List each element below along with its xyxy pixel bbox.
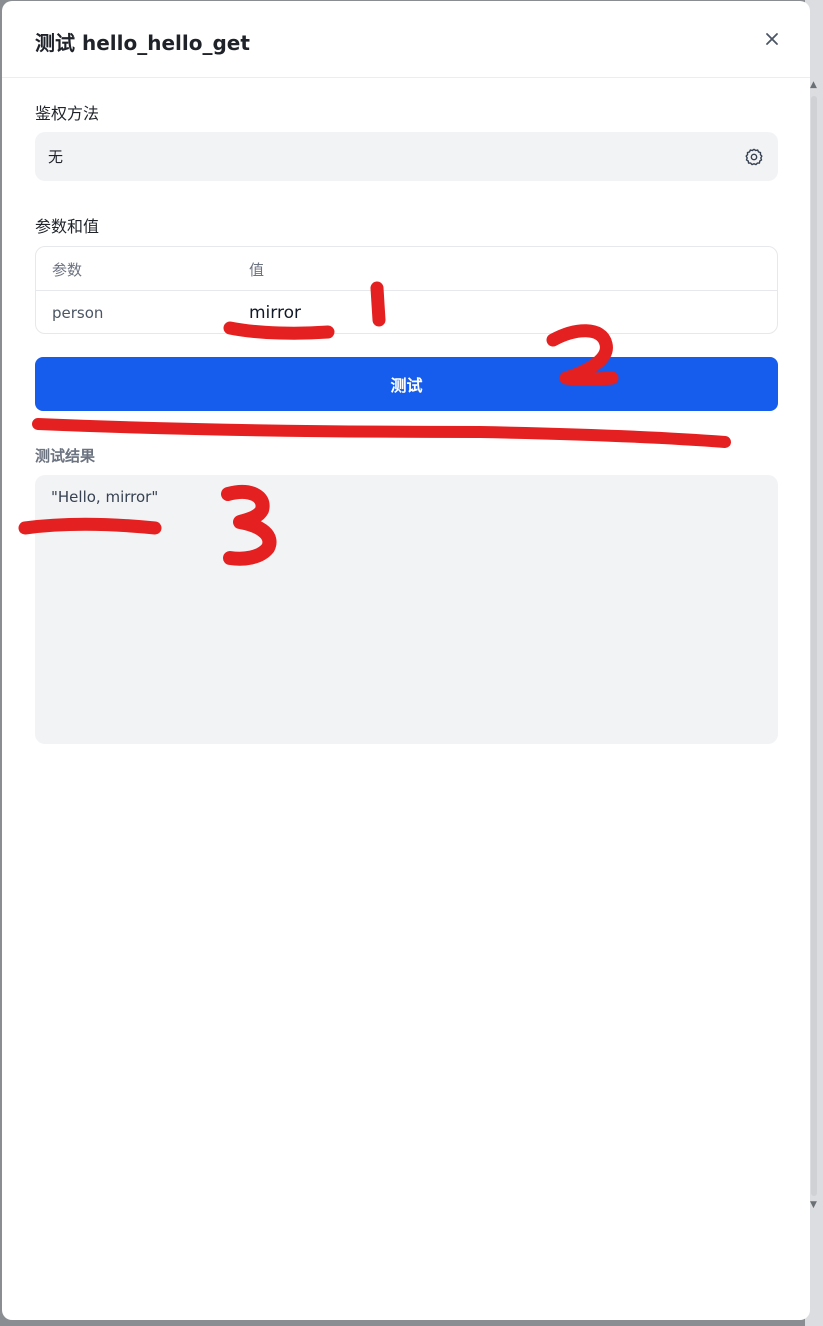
result-text: "Hello, mirror" bbox=[51, 488, 159, 506]
scroll-up-arrow-icon[interactable]: ▲ bbox=[810, 80, 817, 90]
test-button[interactable]: 测试 bbox=[35, 357, 778, 411]
result-output: "Hello, mirror" bbox=[35, 475, 778, 744]
auth-method-value: 无 bbox=[48, 148, 64, 166]
param-name: person bbox=[52, 304, 104, 322]
close-icon bbox=[766, 33, 778, 45]
test-dialog: 测试 hello_hello_get 鉴权方法 无 参数和值 参数 值 pers… bbox=[2, 1, 810, 1320]
scroll-down-arrow-icon[interactable]: ▼ bbox=[810, 1200, 817, 1210]
table-row: person bbox=[36, 291, 777, 333]
params-header-row: 参数 值 bbox=[36, 247, 777, 291]
result-label: 测试结果 bbox=[35, 447, 96, 465]
background-scrollbar[interactable] bbox=[811, 96, 817, 1196]
column-header-value: 值 bbox=[249, 261, 265, 279]
auth-method-label: 鉴权方法 bbox=[35, 104, 100, 123]
column-header-param: 参数 bbox=[52, 261, 83, 279]
param-value-input[interactable] bbox=[249, 299, 749, 327]
dialog-title: 测试 hello_hello_get bbox=[35, 31, 250, 55]
close-button[interactable] bbox=[758, 25, 786, 53]
params-label: 参数和值 bbox=[35, 217, 100, 236]
auth-method-field[interactable]: 无 bbox=[35, 132, 778, 181]
params-table: 参数 值 person bbox=[35, 246, 778, 334]
auth-settings-button[interactable] bbox=[742, 145, 766, 169]
dialog-header: 测试 hello_hello_get bbox=[2, 1, 810, 78]
gear-icon bbox=[745, 148, 763, 166]
